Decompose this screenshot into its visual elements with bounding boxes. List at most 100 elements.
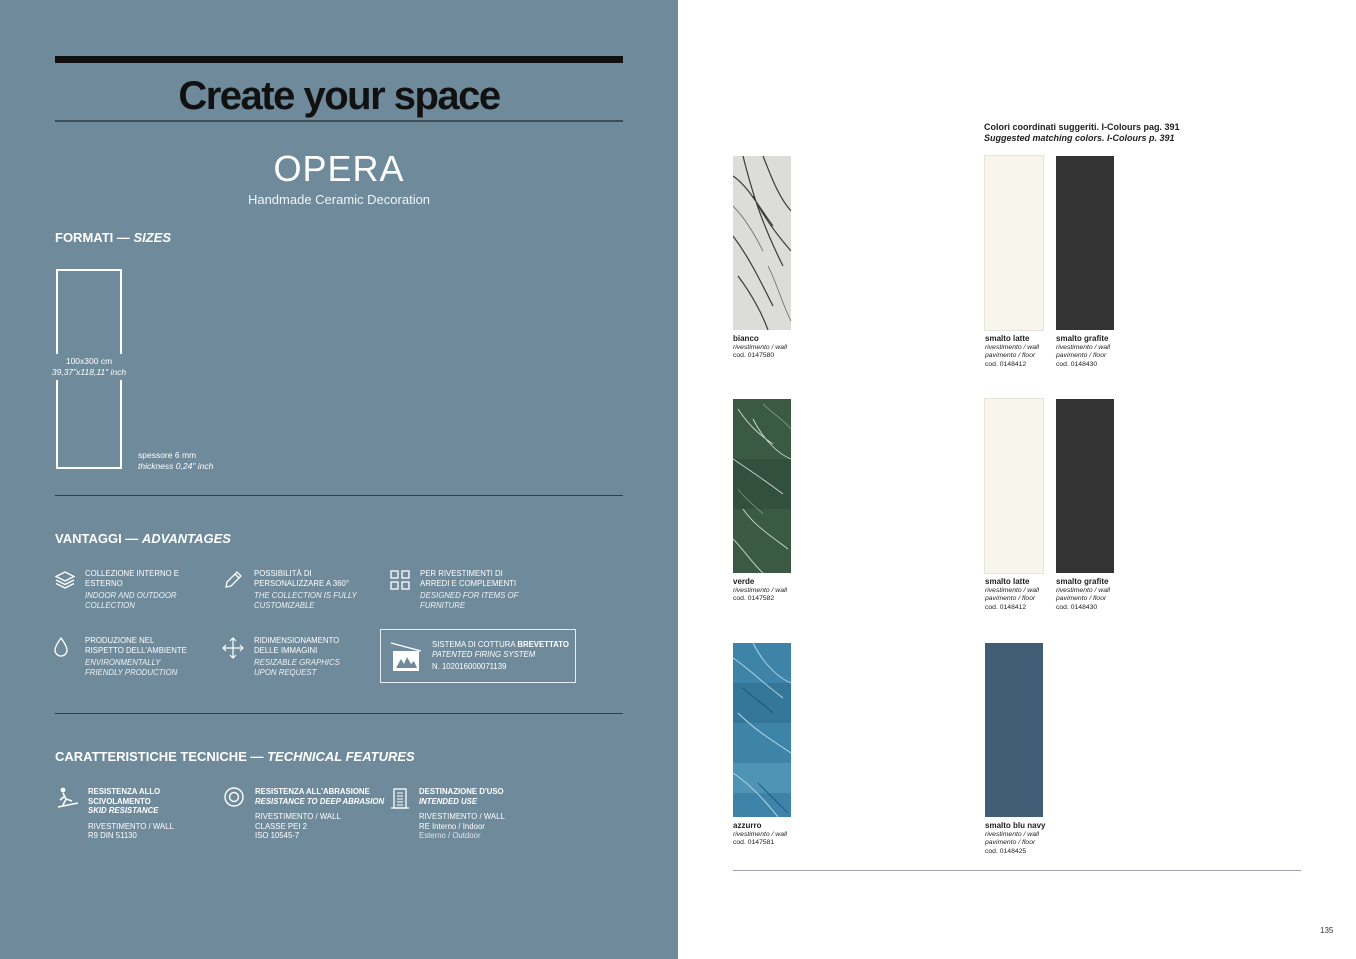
swatch-label: verde rivestimento / wall cod. 0147582 [733, 577, 788, 604]
swatch-use-wall: rivestimento / wall [985, 831, 1040, 839]
swatch-use-wall: rivestimento / wall [985, 587, 1040, 595]
thickness-label: spessore 6 mm thickness 0,24" inch [138, 450, 213, 472]
size-label: 100x300 cm 39,37"x118,11" inch [44, 356, 134, 378]
tech-title-en: RESISTANCE TO DEEP ABRASION [255, 796, 385, 806]
advantage-item: POSSIBILITÀ DI PERSONALIZZARE A 360° THE… [254, 569, 362, 610]
swatch-use-floor: pavimento / floor [985, 595, 1036, 603]
advantage-it: POSSIBILITÀ DI PERSONALIZZARE A 360° [254, 569, 349, 588]
dimension-cm: 100x300 cm [65, 356, 113, 366]
swatch-use: rivestimento / wall [733, 587, 788, 595]
advantage-item: COLLEZIONE INTERNO E ESTERNO INDOOR AND … [85, 569, 190, 610]
technical-heading-en: TECHNICAL FEATURES [267, 749, 415, 764]
technical-heading: CARATTERISTICHE TECNICHE — TECHNICAL FEA… [55, 749, 415, 764]
swatch-label: smalto grafite rivestimento / wall pavim… [1056, 577, 1111, 612]
advantage-en: THE COLLECTION IS FULLY CUSTOMIZABLE [254, 591, 357, 610]
swatch-smalto-grafite [1056, 399, 1114, 573]
sizes-heading: FORMATI — SIZES [55, 230, 171, 245]
swatch-code: cod. 0147580 [733, 352, 775, 360]
thickness-mm: spessore 6 mm [138, 450, 197, 460]
swatch-smalto-latte [984, 398, 1044, 574]
page-number: 135 [1320, 926, 1334, 935]
tech-value-2: CLASSE PEI 2 [255, 821, 308, 831]
advantages-heading-it: VANTAGGI — [55, 531, 142, 546]
sizes-heading-it: FORMATI — [55, 230, 134, 245]
product-subtitle: Handmade Ceramic Decoration [247, 192, 431, 207]
swatch-verde [733, 399, 791, 573]
tech-value-2: RE Interno / Indoor [419, 821, 485, 831]
swatch-smalto-grafite [1056, 156, 1114, 330]
swatch-name: azzurro [733, 821, 762, 830]
advantages-heading: VANTAGGI — ADVANTAGES [55, 531, 231, 546]
swatch-use-wall: rivestimento / wall [1056, 344, 1111, 352]
drop-icon [54, 636, 68, 657]
patent-number: N. 102016000071139 [432, 662, 507, 672]
page-title: Create your space [178, 74, 501, 118]
swatch-code: cod. 0148425 [985, 847, 1027, 855]
advantage-it: PRODUZIONE NEL RISPETTO DELL'AMBIENTE [85, 636, 187, 655]
kiln-icon [390, 642, 422, 671]
divider-2 [55, 713, 623, 714]
swatch-use-floor: pavimento / floor [985, 352, 1036, 360]
swatch-code: cod. 0148430 [1056, 360, 1098, 368]
swatch-label: smalto grafite rivestimento / wall pavim… [1056, 334, 1111, 369]
title-rule [55, 120, 623, 122]
swatch-code: cod. 0148430 [1056, 603, 1098, 611]
matching-colors-heading: Colori coordinati suggeriti. I-Colours p… [984, 122, 1180, 144]
divider-1 [55, 495, 623, 496]
swatch-use-wall: rivestimento / wall [985, 344, 1040, 352]
bottom-rule [733, 870, 1301, 871]
right-page: Colori coordinati suggeriti. I-Colours p… [678, 0, 1356, 959]
swatch-use: rivestimento / wall [733, 344, 788, 352]
swatch-name: verde [733, 577, 755, 586]
advantages-heading-en: ADVANTAGES [141, 531, 231, 546]
patent-text: SISTEMA DI COTTURA BREVETTATO PATENTED F… [432, 640, 572, 672]
swatch-name: smalto latte [985, 577, 1030, 586]
abrasion-icon [224, 787, 244, 807]
advantage-it: COLLEZIONE INTERNO E ESTERNO [85, 569, 180, 588]
swatch-code: cod. 0148412 [985, 360, 1027, 368]
swatch-bianco [733, 156, 791, 330]
matching-colors-en: Suggested matching colors. I-Colours p. … [984, 133, 1175, 143]
swatch-smalto-blu-navy [985, 643, 1043, 817]
tech-item: RESISTENZA ALL'ABRASIONE RESISTANCE TO D… [255, 787, 385, 841]
advantage-item: PRODUZIONE NEL RISPETTO DELL'AMBIENTE EN… [85, 636, 195, 677]
tech-title-en: SKID RESISTANCE [88, 806, 159, 816]
tech-title-1: DESTINAZIONE D'USO [419, 787, 504, 796]
advantage-en: DESIGNED FOR ITEMS OF FURNITURE [420, 591, 519, 610]
swatch-code: cod. 0148412 [985, 603, 1027, 611]
swatch-code: cod. 0147582 [733, 595, 775, 603]
top-bar [55, 56, 623, 63]
grid-icon [390, 570, 410, 590]
tech-item: RESISTENZA ALLO SCIVOLAMENTO SKID RESIST… [88, 787, 208, 841]
tech-value-3: ISO 10545-7 [255, 831, 300, 841]
swatch-label: bianco rivestimento / wall cod. 0147580 [733, 334, 788, 361]
patent-line-1-text: SISTEMA DI COTTURA [432, 640, 518, 649]
move-arrows-icon [222, 637, 244, 659]
swatch-label: smalto latte rivestimento / wall pavimen… [985, 334, 1040, 369]
swatch-name: smalto latte [985, 334, 1030, 343]
dimension-inch: 39,37"x118,11" inch [51, 367, 127, 377]
thickness-inch: thickness 0,24" inch [138, 461, 214, 471]
left-page: Create your space OPERA Handmade Ceramic… [0, 0, 678, 959]
tech-title-en: INTENDED USE [419, 796, 478, 806]
tech-title-2: SCIVOLAMENTO [88, 796, 151, 806]
matching-colors-it: Colori coordinati suggeriti. I-Colours p… [984, 122, 1180, 132]
tech-value-1: RIVESTIMENTO / WALL [88, 821, 174, 831]
advantage-it: PER RIVESTIMENTI DI ARREDI E COMPLEMENTI [420, 569, 517, 588]
swatch-label: smalto blu navy rivestimento / wall pavi… [985, 821, 1046, 856]
skid-icon [57, 787, 79, 808]
advantage-en: RESIZABLE GRAPHICS UPON REQUEST [254, 658, 340, 677]
swatch-use: rivestimento / wall [733, 831, 788, 839]
swatch-label: azzurro rivestimento / wall cod. 0147581 [733, 821, 788, 848]
advantage-item: RIDIMENSIONAMENTO DELLE IMMAGINI RESIZAB… [254, 636, 364, 677]
swatch-use-floor: pavimento / floor [1056, 595, 1107, 603]
tech-item: DESTINAZIONE D'USO INTENDED USE RIVESTIM… [419, 787, 549, 841]
patent-line-1-bold: BREVETTATO [517, 640, 569, 649]
layers-icon [54, 571, 76, 589]
swatch-azzurro [733, 643, 791, 817]
swatch-use-wall: rivestimento / wall [1056, 587, 1111, 595]
tech-value-2: R9 DIN 51130 [88, 831, 137, 841]
swatch-code: cod. 0147581 [733, 839, 775, 847]
swatch-name: smalto grafite [1056, 334, 1109, 343]
swatch-name: smalto blu navy [985, 821, 1046, 830]
